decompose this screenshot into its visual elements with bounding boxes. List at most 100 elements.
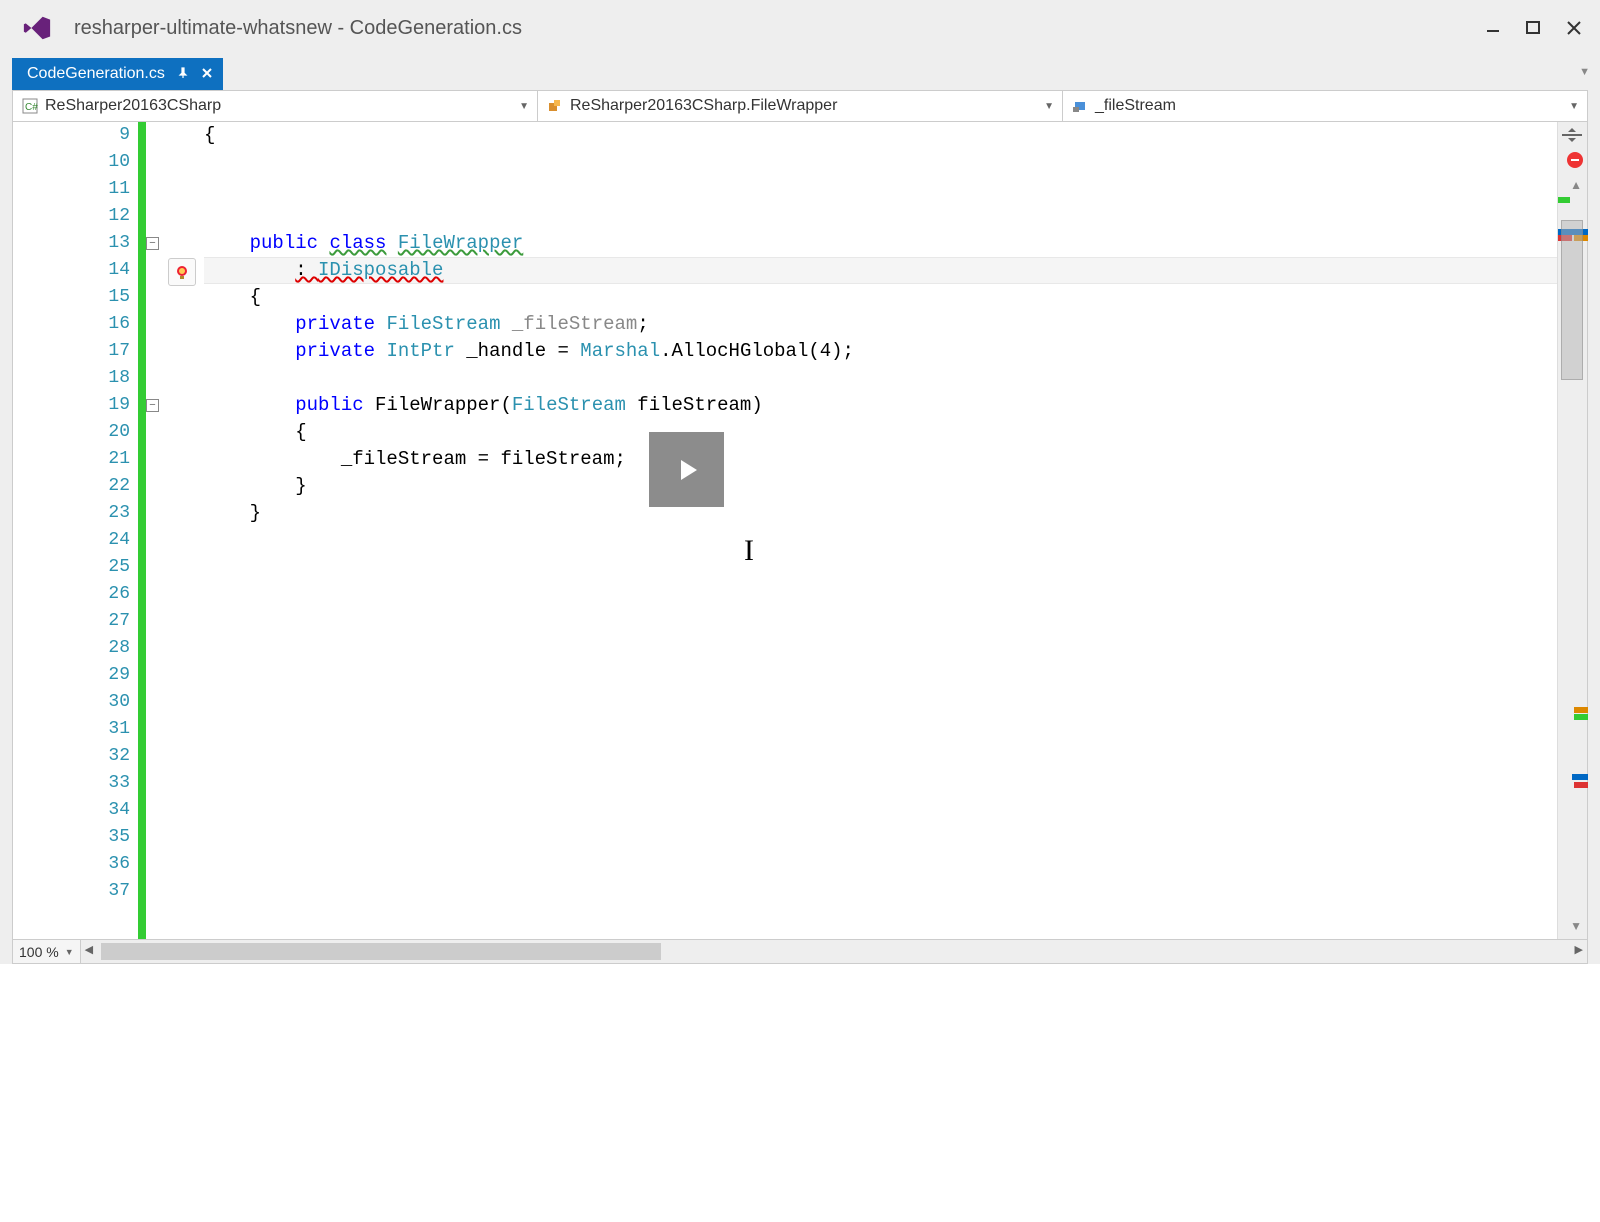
line-number: 31 [108,716,130,743]
line-number: 35 [108,824,130,851]
nav-dropdown-bar: C# ReSharper20163CSharp ▼ ReSharper20163… [12,90,1588,122]
code-line: { [204,284,1557,311]
line-number: 12 [108,203,130,230]
chevron-down-icon: ▼ [519,101,529,112]
chevron-down-icon: ▼ [1569,101,1579,112]
member-label: _fileStream [1095,97,1176,115]
line-number: 23 [108,500,130,527]
error-indicator-icon[interactable] [1567,152,1583,168]
split-window-icon[interactable] [1562,128,1582,144]
code-line [204,176,1557,203]
marker[interactable] [1574,782,1588,788]
line-number: 27 [108,608,130,635]
code-line: public FileWrapper(FileStream fileStream… [204,392,1557,419]
close-button[interactable] [1566,20,1582,36]
line-number: 22 [108,473,130,500]
visual-studio-logo-icon [22,13,52,43]
maximize-button[interactable] [1526,20,1542,36]
code-line: { [204,419,1557,446]
line-number: 16 [108,311,130,338]
marker[interactable] [1558,197,1570,203]
window-title: resharper-ultimate-whatsnew - CodeGenera… [74,17,1486,40]
code-line: } [204,473,1557,500]
document-tabbar: CodeGeneration.cs ▼ [0,56,1600,90]
line-number: 29 [108,662,130,689]
class-icon [546,97,564,115]
field-icon [1071,97,1089,115]
member-dropdown[interactable]: _fileStream ▼ [1063,91,1587,121]
code-line [204,149,1557,176]
marker[interactable] [1574,707,1588,713]
line-number: 32 [108,743,130,770]
line-number: 18 [108,365,130,392]
line-number: 37 [108,878,130,905]
scroll-left-icon[interactable]: ◀ [85,943,93,956]
horizontal-scrollbar[interactable]: ◀ ▶ [81,940,1587,963]
minimize-button[interactable] [1486,20,1502,36]
scroll-up-icon[interactable]: ▲ [1570,178,1582,192]
line-number: 10 [108,149,130,176]
code-line: _fileStream = fileStream; [204,446,1557,473]
chevron-down-icon: ▼ [1044,101,1054,112]
namespace-dropdown[interactable]: C# ReSharper20163CSharp ▼ [13,91,538,121]
class-label: ReSharper20163CSharp.FileWrapper [570,97,837,115]
line-number: 21 [108,446,130,473]
line-number-gutter: 9101112131415161718192021222324252627282… [13,122,138,939]
line-number: 25 [108,554,130,581]
line-number: 13 [108,230,130,257]
line-number: 30 [108,689,130,716]
code-line: private IntPtr _handle = Marshal.AllocHG… [204,338,1557,365]
code-line: { [204,122,1557,149]
namespace-label: ReSharper20163CSharp [45,97,221,115]
play-button[interactable] [649,432,724,507]
editor-bottom-bar: 100 % ▼ ◀ ▶ [12,940,1588,964]
line-number: 9 [108,122,130,149]
line-number: 11 [108,176,130,203]
marker[interactable] [1572,774,1588,780]
marker[interactable] [1574,714,1588,720]
line-number: 33 [108,770,130,797]
code-line: } [204,500,1557,527]
line-number: 36 [108,851,130,878]
chevron-down-icon: ▼ [65,947,74,957]
line-number: 28 [108,635,130,662]
code-line [204,365,1557,392]
fold-toggle[interactable]: − [146,237,159,250]
line-number: 20 [108,419,130,446]
line-number: 15 [108,284,130,311]
scroll-down-icon[interactable]: ▼ [1570,919,1582,933]
zoom-label: 100 % [19,944,59,960]
text-cursor-icon: I [744,537,754,564]
svg-text:C#: C# [25,102,38,113]
zoom-dropdown[interactable]: 100 % ▼ [13,940,81,963]
class-dropdown[interactable]: ReSharper20163CSharp.FileWrapper ▼ [538,91,1063,121]
fold-toggle[interactable]: − [146,399,159,412]
code-line [204,203,1557,230]
scrollbar-thumb[interactable] [1561,220,1583,380]
code-text-area[interactable]: { public class FileWrapper : IDisposable… [204,122,1557,939]
code-line: private FileStream _fileStream; [204,311,1557,338]
change-indicator-bar [138,122,146,939]
tab-codegeneration[interactable]: CodeGeneration.cs [12,58,223,90]
line-number: 26 [108,581,130,608]
titlebar: resharper-ultimate-whatsnew - CodeGenera… [0,0,1600,56]
line-number: 14 [108,257,130,284]
code-line: public class FileWrapper [204,230,1557,257]
tab-overflow-icon[interactable]: ▼ [1579,66,1590,78]
code-editor[interactable]: 9101112131415161718192021222324252627282… [12,122,1588,940]
line-number: 24 [108,527,130,554]
code-line: : IDisposable [204,257,1557,284]
lightbulb-icon[interactable] [168,258,196,286]
scroll-right-icon[interactable]: ▶ [1575,943,1583,956]
window-controls [1486,20,1596,36]
fold-column: − − [146,122,164,939]
csharp-file-icon: C# [21,97,39,115]
pin-icon[interactable] [177,66,189,82]
annotation-scrollbar[interactable]: ▲ ▼ [1557,122,1587,939]
line-number: 19 [108,392,130,419]
scrollbar-thumb[interactable] [101,943,661,960]
close-tab-icon[interactable] [201,66,213,82]
line-number: 17 [108,338,130,365]
blank-area [0,964,1600,1222]
line-number: 34 [108,797,130,824]
